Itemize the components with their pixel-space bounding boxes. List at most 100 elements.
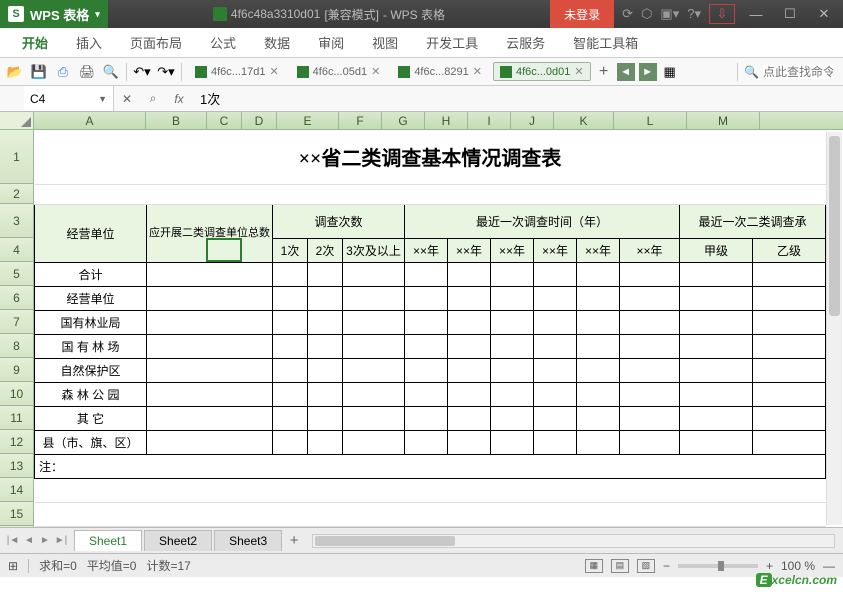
col-header[interactable]: C — [207, 112, 242, 129]
hdr-unit[interactable]: 经营单位 — [35, 204, 147, 262]
view-page-icon[interactable]: ▤ — [611, 559, 629, 573]
row-header[interactable]: 16 — [0, 526, 34, 527]
zoom-slider[interactable] — [678, 564, 758, 568]
row-header[interactable]: 4 — [0, 238, 34, 262]
tabs-list-icon[interactable]: ▦ — [661, 63, 679, 81]
row-header[interactable]: 2 — [0, 184, 34, 204]
doc-tab[interactable]: 4f6c...05d1✕ — [290, 62, 388, 81]
hex-icon[interactable]: ⬡ — [641, 6, 652, 22]
hdr-t2[interactable]: 2次 — [308, 238, 343, 262]
menu-formula[interactable]: 公式 — [196, 28, 250, 57]
login-button[interactable]: 未登录 — [550, 0, 614, 28]
hdr-recent[interactable]: 最近一次调查时间（年） — [405, 204, 680, 238]
blank-cell[interactable] — [35, 184, 826, 204]
col-header[interactable]: B — [146, 112, 207, 129]
row-header[interactable]: 14 — [0, 478, 34, 502]
close-icon[interactable]: ✕ — [473, 65, 482, 78]
doc-tab[interactable]: 4f6c...8291✕ — [391, 62, 489, 81]
new-tab-button[interactable]: + — [595, 63, 613, 81]
sheet-tab[interactable]: Sheet2 — [144, 530, 212, 551]
zoom-out-button[interactable]: − — [663, 559, 670, 573]
col-header[interactable]: I — [468, 112, 511, 129]
hdr-lvlB[interactable]: 乙级 — [753, 238, 826, 262]
open-icon[interactable]: 📂 — [6, 63, 24, 81]
col-header[interactable]: L — [614, 112, 687, 129]
menu-review[interactable]: 审阅 — [304, 28, 358, 57]
col-header[interactable]: G — [382, 112, 425, 129]
row-header[interactable]: 1 — [0, 130, 34, 184]
ribbon-toggle-icon[interactable]: ⇩ — [709, 4, 735, 24]
hdr-should[interactable]: 应开展二类调查单位总数 — [147, 204, 273, 262]
cells-area[interactable]: ××省二类调查基本情况调查表 经营单位 应开展二类调查单位总数 调查次数 最近一… — [34, 130, 843, 527]
tabs-next-button[interactable]: ► — [639, 63, 657, 81]
vertical-scrollbar[interactable] — [826, 132, 842, 525]
empty-row[interactable] — [35, 502, 826, 526]
col-header[interactable]: K — [554, 112, 614, 129]
close-icon[interactable]: ✕ — [574, 65, 583, 78]
col-header[interactable]: A — [34, 112, 146, 129]
sheet-tab[interactable]: Sheet3 — [214, 530, 282, 551]
hdr-year[interactable]: ××年 — [577, 238, 620, 262]
scrollbar-thumb[interactable] — [315, 536, 455, 546]
hdr-year[interactable]: ××年 — [448, 238, 491, 262]
fx-icon[interactable]: fx — [166, 92, 192, 106]
view-break-icon[interactable]: ▧ — [637, 559, 655, 573]
sync-icon[interactable]: ⟳ — [622, 6, 633, 22]
scrollbar-thumb[interactable] — [829, 136, 840, 316]
menu-smarttools[interactable]: 智能工具箱 — [559, 28, 652, 57]
zoom-level[interactable]: 100 % — [781, 559, 815, 573]
row-header[interactable]: 3 — [0, 204, 34, 238]
sheet-nav-first[interactable]: |◄ — [6, 535, 20, 546]
sheet-nav-next[interactable]: ► — [38, 535, 52, 546]
row-total[interactable]: 合计 — [35, 262, 147, 286]
menu-data[interactable]: 数据 — [250, 28, 304, 57]
name-box[interactable]: C4 ▼ — [24, 86, 114, 111]
menu-cloud[interactable]: 云服务 — [492, 28, 559, 57]
command-search-input[interactable] — [763, 65, 833, 79]
tabs-prev-button[interactable]: ◄ — [617, 63, 635, 81]
row-r2[interactable]: 国 有 林 场 — [35, 334, 147, 358]
hdr-year[interactable]: ××年 — [405, 238, 448, 262]
help-icon[interactable]: ?▾ — [687, 6, 701, 22]
menu-devtools[interactable]: 开发工具 — [412, 28, 492, 57]
cancel-icon[interactable]: ✕ — [114, 92, 140, 106]
view-normal-icon[interactable]: ▦ — [585, 559, 603, 573]
add-sheet-button[interactable]: + — [284, 532, 304, 549]
menu-view[interactable]: 视图 — [358, 28, 412, 57]
doc-tab[interactable]: 4f6c...17d1✕ — [188, 62, 286, 81]
menu-pagelayout[interactable]: 页面布局 — [116, 28, 196, 57]
row-note[interactable]: 注： — [35, 454, 826, 478]
horizontal-scrollbar[interactable] — [312, 534, 835, 548]
close-icon[interactable]: ✕ — [371, 65, 380, 78]
hdr-year[interactable]: ××年 — [620, 238, 680, 262]
empty-row[interactable] — [35, 478, 826, 502]
row-header[interactable]: 7 — [0, 310, 34, 334]
doc-map-icon[interactable]: ⊞ — [8, 559, 18, 573]
row-header[interactable]: 6 — [0, 286, 34, 310]
app-menu[interactable]: S WPS 表格 ▾ — [0, 0, 108, 28]
redo-icon[interactable]: ↷▾ — [157, 63, 175, 81]
formula-input[interactable]: 1次 — [192, 89, 843, 108]
doc-tab-active[interactable]: 4f6c...0d01✕ — [493, 62, 591, 81]
zoom-reset-button[interactable]: — — [823, 559, 835, 573]
hdr-t3[interactable]: 3次及以上 — [343, 238, 405, 262]
row-header[interactable]: 11 — [0, 406, 34, 430]
zoom-thumb[interactable] — [718, 561, 724, 571]
undo-icon[interactable]: ↶▾ — [133, 63, 151, 81]
row-header[interactable]: 12 — [0, 430, 34, 454]
row-r3[interactable]: 自然保护区 — [35, 358, 147, 382]
close-icon[interactable]: ✕ — [269, 65, 278, 78]
col-header[interactable]: E — [277, 112, 339, 129]
menu-start[interactable]: 开始 — [8, 28, 62, 57]
col-header[interactable]: H — [425, 112, 468, 129]
zoom-in-button[interactable]: + — [766, 559, 773, 573]
skin-icon[interactable]: ▣▾ — [660, 6, 679, 22]
row-header[interactable]: 8 — [0, 334, 34, 358]
col-header[interactable]: D — [242, 112, 277, 129]
close-button[interactable]: ✕ — [811, 4, 837, 24]
select-all-corner[interactable] — [0, 112, 34, 129]
lens-icon[interactable]: ⌕ — [140, 91, 166, 106]
hdr-lvlA[interactable]: 甲级 — [680, 238, 753, 262]
spreadsheet-grid[interactable]: A B C D E F G H I J K L M 1 2 3 4 5 6 7 … — [0, 112, 843, 527]
row-header[interactable]: 15 — [0, 502, 34, 526]
